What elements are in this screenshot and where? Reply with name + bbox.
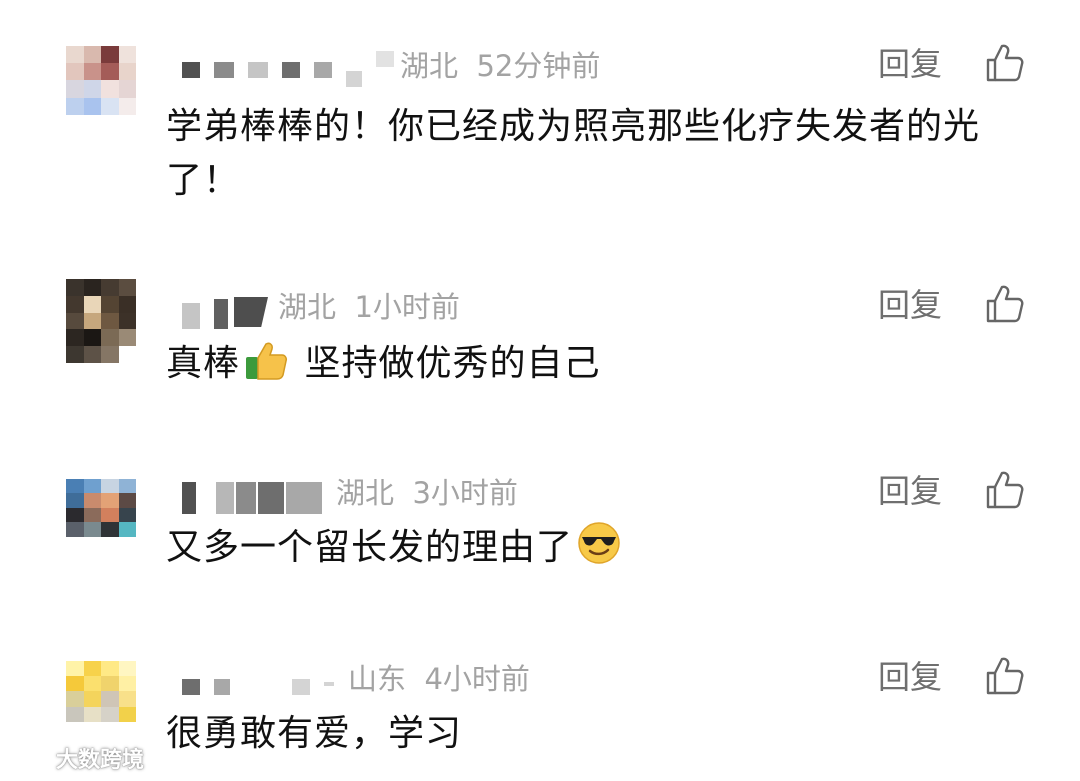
comment-meta: 湖北 1小时前 (182, 285, 460, 329)
comment-text: 学弟棒棒的！你已经成为照亮那些化疗失发者的光了！ (166, 106, 981, 201)
thumbs-up-icon[interactable] (984, 42, 1026, 84)
avatar[interactable] (66, 279, 136, 363)
location-time: 湖北 3小时前 (336, 476, 518, 510)
reply-button[interactable]: 回复 (878, 285, 942, 325)
watermark: 大数跨境 (8, 742, 144, 774)
blurred-username[interactable] (182, 303, 200, 329)
thumbs-up-icon[interactable] (984, 469, 1026, 511)
comment-meta: 山东 4小时前 (182, 657, 530, 697)
avatar[interactable] (66, 479, 136, 551)
blurred-username[interactable] (182, 482, 196, 514)
comment-meta: 湖北 52分钟前 (182, 44, 601, 87)
comment-text: 真棒 坚持做优秀的自己 (166, 342, 601, 384)
blurred-username[interactable] (182, 62, 200, 78)
reply-button[interactable]: 回复 (878, 471, 942, 511)
thumbs-up-icon[interactable] (984, 655, 1026, 697)
blurred-username[interactable] (182, 679, 200, 695)
location-time: 湖北 52分钟前 (400, 49, 601, 83)
reply-button[interactable]: 回复 (878, 657, 942, 697)
comment-text: 又多一个留长发的理由了 (166, 521, 1026, 575)
thumbs-up-icon[interactable] (984, 283, 1026, 325)
comment-text: 很勇敢有爱，学习 (166, 713, 463, 754)
location-time: 山东 4小时前 (348, 662, 530, 696)
sunglasses-face-icon (578, 522, 620, 564)
watermark-logo-icon (9, 747, 53, 769)
comment-meta: 湖北 3小时前 (182, 471, 518, 514)
location-time: 湖北 1小时前 (278, 290, 460, 324)
reply-button[interactable]: 回复 (878, 44, 942, 84)
thumbs-up-icon (246, 342, 288, 380)
avatar[interactable] (66, 46, 136, 132)
avatar[interactable] (66, 661, 136, 737)
